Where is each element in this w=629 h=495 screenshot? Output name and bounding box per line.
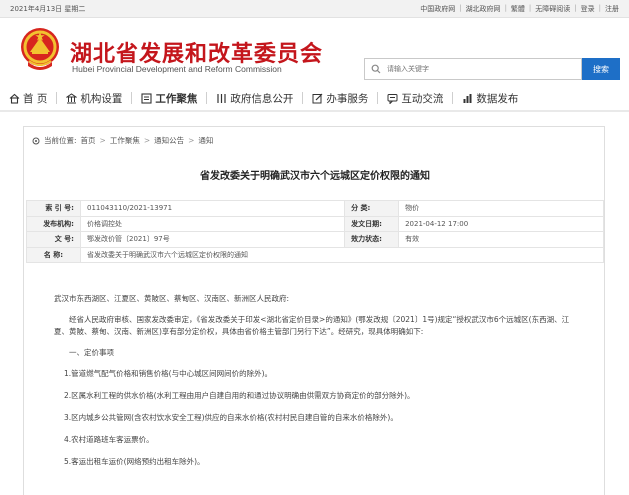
nav-label: 首 页 [23,92,48,105]
search-input[interactable] [387,65,567,73]
meta-label-docnum: 文 号: [26,231,81,248]
breadcrumb-separator: > [99,136,106,145]
divider: | [459,3,462,12]
link-accessibility[interactable]: 无障碍阅读 [535,4,570,14]
search-icon [365,59,387,79]
breadcrumb-home[interactable]: 首页 [81,135,96,146]
article-section-heading: 一、定价事项 [69,348,114,357]
divider: | [574,3,577,12]
search-box [364,58,582,80]
nav-label: 办事服务 [326,92,369,105]
nav-item-interaction[interactable]: 互动交流 [378,85,452,111]
meta-value-date: 2021-04-12 17:00 [398,215,604,232]
current-date: 2021年4月13日 星期二 [10,4,86,13]
nav-item-home[interactable]: 首 页 [0,85,56,111]
meta-value-status: 有效 [398,231,604,248]
nav-label: 数据发布 [476,92,519,105]
breadcrumb-announcements[interactable]: 通知公告 [154,135,184,146]
article-meta-table: 索 引 号: 011043110/2021-13971 分 类: 物价 发布机构… [26,200,604,263]
breadcrumb-work-focus[interactable]: 工作聚焦 [110,135,140,146]
breadcrumb-separator: > [143,136,151,145]
list-item: 1.管道燃气配气价格和销售价格(与中心城区间网间价的除外)。 [64,369,273,378]
list-item: 4.农村道路班车客运票价。 [64,435,154,444]
link-login[interactable]: 登录 [581,4,595,14]
focus-icon [141,92,152,104]
top-links: 中国政府网 | 湖北政府网 | 繁體 | 无障碍阅读 | 登录 | 注册 [420,4,619,14]
article-body: 武汉市东西湖区、江夏区、黄陂区、蔡甸区、汉南区、新洲区人民政府: 经省人民政府审… [54,293,584,478]
list-item: 2.区属水利工程的供水价格(水利工程由用户自建自用的和通过协议明确由供需双方协商… [64,391,415,400]
link-hubei-gov[interactable]: 湖北政府网 [466,4,501,14]
meta-value-name: 省发改委关于明确武汉市六个远城区定价权限的通知 [80,246,604,263]
nav-label: 互动交流 [401,92,444,105]
meta-label-index: 索 引 号: [26,200,81,217]
breadcrumb-separator: > [188,136,195,145]
national-emblem-icon [21,28,59,70]
list-item: 3.区内城乡公共管网(含农村饮水安全工程)供应的自来水价格(农村村民自建自管的自… [64,413,398,422]
meta-label-name: 名 称: [26,246,81,263]
breadcrumb: 当前位置: 首页 > 工作聚焦 > 通知公告 > 通知 [32,135,213,146]
breadcrumb-prefix: 当前位置: [44,136,77,145]
meta-value-index: 011043110/2021-13971 [79,200,346,217]
divider: | [504,3,507,12]
meta-label-org: 发布机构: [26,215,81,232]
building-icon [66,92,78,103]
nav-item-organization[interactable]: 机构设置 [57,85,131,111]
divider: | [598,3,601,12]
breadcrumb-notice[interactable]: 通知 [198,135,213,146]
meta-value-org: 价格调控处 [79,215,346,232]
nav-item-gov-info[interactable]: 政府信息公开 [207,85,302,111]
meta-value-category: 物价 [398,200,604,217]
search-button[interactable]: 搜索 [582,58,620,80]
columns-icon [217,93,226,103]
link-register[interactable]: 注册 [605,4,619,14]
pricing-items-list: 1.管道燃气配气价格和销售价格(与中心城区间网间价的除外)。 2.区属水利工程的… [54,368,584,468]
nav-label: 机构设置 [80,92,123,105]
nav-label: 工作聚焦 [155,92,198,105]
edit-icon [312,93,323,103]
nav-item-data[interactable]: 数据发布 [453,85,527,111]
article-intro: 经省人民政府审核、国家发改委审定，《省发改委关于印发<湖北省定价目录>的通知》(… [54,315,570,336]
main-nav: 首 页 机构设置 工作聚焦 政府信息公开 办事服务 互动交流 数据发布 [0,86,629,112]
nav-item-work-focus[interactable]: 工作聚焦 [132,85,206,111]
nav-label: 政府信息公开 [230,92,294,105]
meta-label-date: 发文日期: [344,215,400,232]
site-header: 湖北省发展和改革委员会 Hubei Provincial Development… [0,18,629,82]
location-icon [32,137,40,144]
divider: | [528,3,532,12]
site-title-english: Hubei Provincial Development and Reform … [72,64,282,74]
meta-value-docnum: 鄂发改价管〔2021〕97号 [79,231,346,248]
bar-chart-icon [463,93,472,103]
article-recipients: 武汉市东西湖区、江夏区、黄陂区、蔡甸区、汉南区、新洲区人民政府: [54,294,290,303]
meta-label-status: 效力状态: [344,231,400,248]
top-utility-bar: 2021年4月13日 星期二 中国政府网 | 湖北政府网 | 繁體 | 无障碍阅… [0,0,629,18]
meta-label-category: 分 类: [344,200,400,217]
chat-icon [387,93,398,104]
list-item: 5.客运出租车运价(网络预约出租车除外)。 [64,457,205,466]
home-icon [9,93,20,104]
link-gov-cn[interactable]: 中国政府网 [420,4,455,14]
content-panel: 当前位置: 首页 > 工作聚焦 > 通知公告 > 通知 省发改委关于明确武汉市六… [23,126,605,495]
article-title: 省发改委关于明确武汉市六个远城区定价权限的通知 [200,171,430,182]
link-traditional[interactable]: 繁體 [511,4,525,14]
nav-item-services[interactable]: 办事服务 [303,85,377,111]
